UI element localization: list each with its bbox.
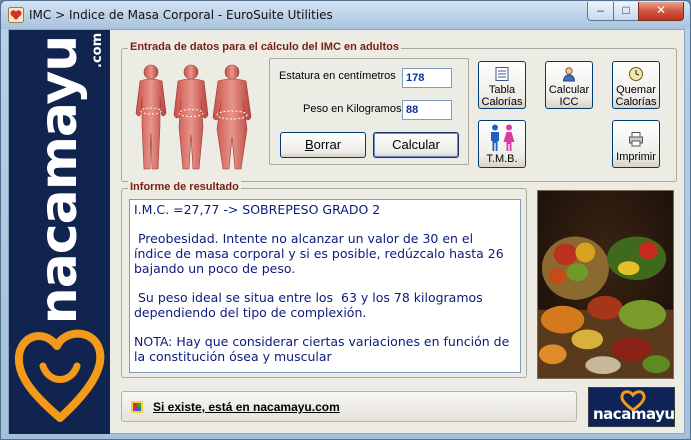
clock-icon (629, 67, 643, 81)
result-line-ideal-weight: Su peso ideal se situa entre los 63 y lo… (134, 290, 487, 320)
results-text: I.M.C. =27,77 -> SOBREPESO GRADO 2 Preob… (134, 202, 514, 378)
globe-icon (131, 401, 143, 413)
input-panel: Estatura en centímetros 178 Peso en Kilo… (269, 58, 469, 165)
logo-wordmark: nacamayu (593, 405, 675, 423)
calorie-table-button[interactable]: Tabla Calorías (478, 61, 526, 109)
body-figures-icon (135, 64, 252, 170)
footer-bar: Si existe, está en nacamayu.com (121, 391, 577, 422)
window-title: IMC > Indice de Masa Corporal - EuroSuit… (29, 8, 333, 22)
website-link[interactable]: Si existe, está en nacamayu.com (153, 400, 340, 414)
calorie-table-label-2: Calorías (481, 96, 523, 108)
burn-calories-label-1: Quemar (616, 84, 656, 96)
tmb-button[interactable]: T.M.B. (478, 120, 526, 168)
weight-input[interactable]: 88 (402, 100, 452, 120)
print-label: Imprimir (616, 151, 656, 163)
close-button[interactable]: ✕ (638, 2, 684, 21)
app-window: IMC > Indice de Masa Corporal - EuroSuit… (0, 0, 691, 440)
result-line-note: NOTA: Hay que considerar ciertas variaci… (134, 334, 514, 364)
height-label: Estatura en centímetros (279, 70, 396, 82)
burn-calories-button[interactable]: Quemar Calorías (612, 61, 660, 109)
calculate-icc-label-2: ICC (559, 96, 579, 108)
result-line-bmi: I.M.C. =27,77 -> SOBREPESO GRADO 2 (134, 202, 381, 217)
clear-button-accel-key: B (304, 137, 314, 152)
results-textarea[interactable]: I.M.C. =27,77 -> SOBREPESO GRADO 2 Preob… (129, 199, 521, 373)
results-group: Informe de resultado I.M.C. =27,77 -> SO… (121, 181, 527, 378)
results-scrollbar[interactable] (514, 200, 520, 372)
printer-icon (629, 132, 643, 147)
table-icon (495, 67, 509, 81)
minimize-button[interactable]: – (587, 2, 614, 21)
fruit-vegetable-photo (537, 190, 674, 379)
male-female-icon (491, 124, 515, 151)
brand-panel: nacamayu .com (9, 30, 110, 434)
maximize-button[interactable]: □ (613, 2, 639, 21)
clear-button[interactable]: Borrar (280, 132, 366, 158)
data-entry-legend: Entrada de datos para el cálculo del IMC… (128, 41, 401, 53)
heart-logo-icon (14, 329, 105, 422)
calculate-icc-button[interactable]: Calcular ICC (545, 61, 593, 109)
brand-suffix: .com (90, 32, 105, 68)
clear-button-label: orrar (313, 137, 342, 152)
person-icon (562, 67, 576, 82)
calculate-button[interactable]: Calcular (373, 132, 459, 158)
tmb-label: T.M.B. (486, 153, 518, 165)
weight-label: Peso en Kilogramos (303, 103, 402, 115)
calorie-table-label-1: Tabla (488, 84, 516, 96)
client-area: nacamayu .com Entrada de datos para el c… (8, 29, 685, 434)
app-heart-icon (8, 7, 24, 23)
results-legend: Informe de resultado (128, 181, 241, 193)
burn-calories-label-2: Calorías (615, 96, 657, 108)
result-line-advice: Preobesidad. Intente no alcanzar un valo… (134, 231, 508, 276)
calculate-icc-label-1: Calcular (548, 84, 590, 96)
nacamayu-logo-button[interactable]: nacamayu (588, 387, 675, 427)
height-input[interactable]: 178 (402, 68, 452, 88)
data-entry-group: Entrada de datos para el cálculo del IMC… (121, 41, 677, 182)
title-bar[interactable]: IMC > Indice de Masa Corporal - EuroSuit… (1, 1, 690, 29)
print-button[interactable]: Imprimir (612, 120, 660, 168)
brand-wordmark: nacamayu (29, 35, 89, 325)
